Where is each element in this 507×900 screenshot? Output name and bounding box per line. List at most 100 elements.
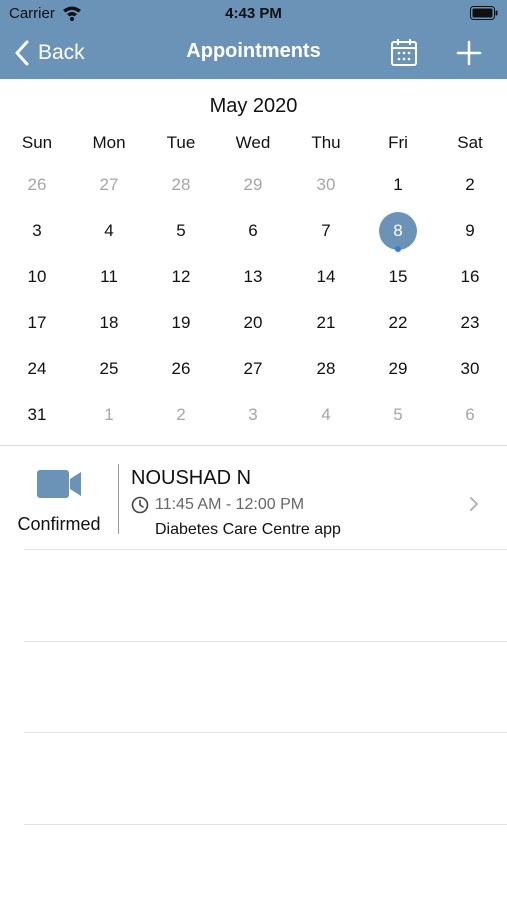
day-number: 30 <box>316 175 336 194</box>
appointment-row[interactable]: Confirmed NOUSHAD N 11:45 AM - 12:00 PM … <box>0 447 507 550</box>
add-icon[interactable] <box>456 40 482 66</box>
calendar-day[interactable]: 27 <box>217 346 289 392</box>
weekday-label: Tue <box>166 133 196 152</box>
calendar-day[interactable]: 28 <box>290 346 362 392</box>
calendar-day[interactable]: 15 <box>362 254 434 300</box>
day-number: 4 <box>104 221 114 240</box>
day-number: 26 <box>27 175 47 194</box>
weekday-label: Fri <box>388 133 408 152</box>
video-camera-icon <box>37 470 81 498</box>
calendar-day[interactable]: 17 <box>1 300 73 346</box>
calendar-icon[interactable] <box>390 37 418 67</box>
calendar-day[interactable]: 18 <box>73 300 145 346</box>
calendar-day[interactable]: 20 <box>217 300 289 346</box>
header-bar: Carrier 4:43 PM Back Appointments <box>0 0 507 79</box>
day-number: 31 <box>27 405 47 424</box>
calendar-divider <box>0 445 507 446</box>
patient-name: NOUSHAD N <box>131 467 252 489</box>
calendar-day[interactable]: 27 <box>73 162 145 208</box>
calendar-day[interactable]: 26 <box>1 162 73 208</box>
calendar-day[interactable]: 5 <box>362 392 434 438</box>
day-number: 16 <box>460 267 480 286</box>
calendar-day[interactable]: 2 <box>145 392 217 438</box>
calendar-day[interactable]: 3 <box>217 392 289 438</box>
day-number: 15 <box>388 267 408 286</box>
calendar-day[interactable]: 10 <box>1 254 73 300</box>
day-number: 12 <box>171 267 191 286</box>
calendar-day[interactable]: 31 <box>1 392 73 438</box>
day-number: 18 <box>99 313 119 332</box>
weekday-label: Sat <box>457 133 483 152</box>
calendar-day[interactable]: 12 <box>145 254 217 300</box>
list-separator <box>24 641 507 642</box>
calendar-day[interactable]: 23 <box>434 300 506 346</box>
day-number: 24 <box>27 359 47 378</box>
calendar-day[interactable]: 2 <box>434 162 506 208</box>
calendar-day[interactable]: 24 <box>1 346 73 392</box>
calendar-day[interactable]: 30 <box>434 346 506 392</box>
weekday-label: Sun <box>21 133 53 152</box>
calendar-day[interactable]: 19 <box>145 300 217 346</box>
calendar-day[interactable]: 5 <box>145 208 217 254</box>
day-number: 19 <box>171 313 191 332</box>
day-number: 22 <box>388 313 408 332</box>
day-number: 2 <box>176 405 186 424</box>
weekday-label: Wed <box>235 133 271 152</box>
day-number: 5 <box>176 221 186 240</box>
weekday-label: Thu <box>311 133 341 152</box>
day-number: 6 <box>248 221 258 240</box>
calendar-day[interactable]: 22 <box>362 300 434 346</box>
list-separator <box>24 732 507 733</box>
calendar-day[interactable]: 29 <box>217 162 289 208</box>
day-number: 7 <box>321 221 331 240</box>
day-number: 14 <box>316 267 336 286</box>
calendar-day[interactable]: 14 <box>290 254 362 300</box>
navigation-bar: Back Appointments <box>0 28 507 79</box>
list-separator <box>24 549 507 550</box>
month-title: May 2020 <box>209 95 298 117</box>
day-number: 4 <box>321 405 331 424</box>
calendar-day[interactable]: 13 <box>217 254 289 300</box>
day-number: 30 <box>460 359 480 378</box>
calendar-day[interactable]: 26 <box>145 346 217 392</box>
chevron-right-icon <box>470 497 478 511</box>
day-number: 21 <box>316 313 336 332</box>
calendar-day[interactable]: 28 <box>145 162 217 208</box>
day-number: 28 <box>316 359 336 378</box>
clock-icon <box>131 496 149 514</box>
calendar-day[interactable]: 7 <box>290 208 362 254</box>
day-number: 17 <box>27 313 47 332</box>
battery-icon <box>470 6 498 20</box>
clock-time: 4:43 PM <box>225 5 282 22</box>
calendar-day[interactable]: 30 <box>290 162 362 208</box>
day-number: 3 <box>32 221 42 240</box>
calendar-day[interactable]: 4 <box>290 392 362 438</box>
calendar-day[interactable]: 16 <box>434 254 506 300</box>
day-number: 29 <box>243 175 263 194</box>
weekday-label: Mon <box>92 133 126 152</box>
calendar-day[interactable]: 21 <box>290 300 362 346</box>
calendar-day-selected[interactable]: 8 <box>362 208 434 254</box>
day-number: 13 <box>243 267 263 286</box>
day-number: 25 <box>99 359 119 378</box>
day-number: 1 <box>104 405 114 424</box>
calendar-day[interactable]: 3 <box>1 208 73 254</box>
day-number: 20 <box>243 313 263 332</box>
calendar-day[interactable]: 9 <box>434 208 506 254</box>
calendar-day[interactable]: 29 <box>362 346 434 392</box>
clinic-name: Diabetes Care Centre app <box>155 521 341 538</box>
calendar-day[interactable]: 6 <box>434 392 506 438</box>
day-number: 26 <box>171 359 191 378</box>
day-number: 9 <box>465 221 475 240</box>
day-number: 28 <box>171 175 191 194</box>
appointment-status: Confirmed <box>17 514 101 534</box>
calendar-day[interactable]: 4 <box>73 208 145 254</box>
day-number: 29 <box>388 359 408 378</box>
weekday-header: Sun Mon Tue Wed Thu Fri Sat <box>0 133 507 155</box>
calendar-day[interactable]: 25 <box>73 346 145 392</box>
calendar-day[interactable]: 1 <box>362 162 434 208</box>
day-number: 2 <box>465 175 475 194</box>
calendar-day[interactable]: 6 <box>217 208 289 254</box>
calendar-day[interactable]: 11 <box>73 254 145 300</box>
calendar-day[interactable]: 1 <box>73 392 145 438</box>
